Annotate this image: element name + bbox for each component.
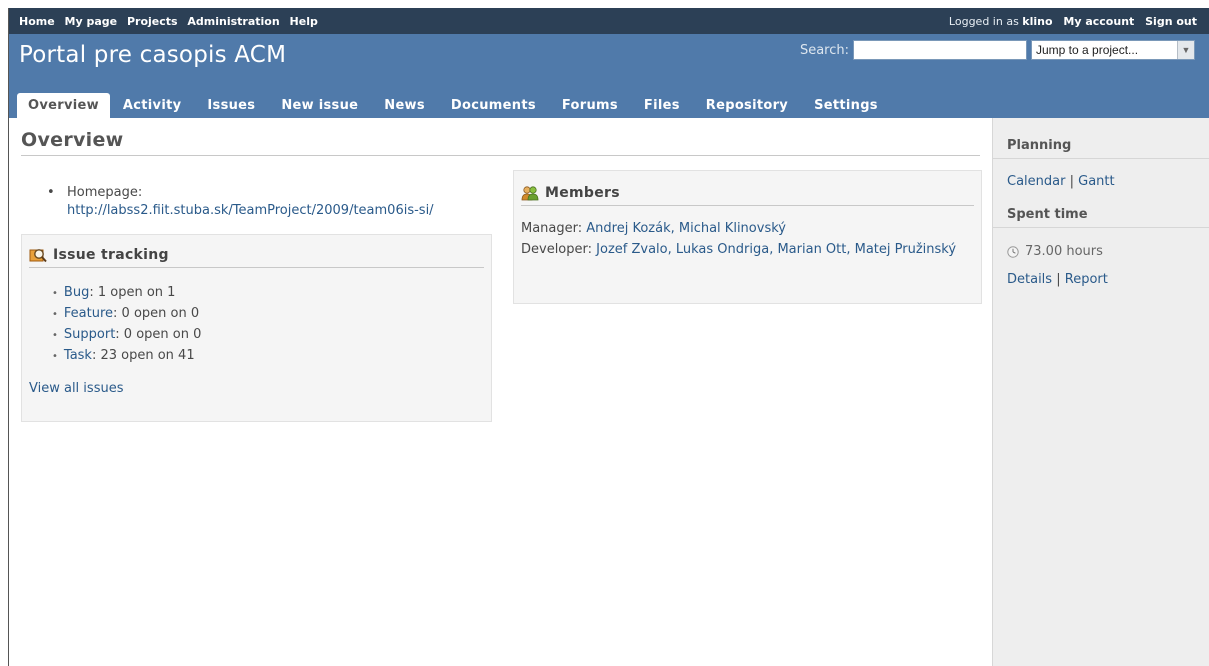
developer-names[interactable]: Jozef Zvalo, Lukas Ondriga, Marian Ott, …	[596, 242, 956, 257]
project-title: Portal pre casopis ACM	[19, 42, 287, 68]
tracker-count: : 0 open on 0	[115, 327, 202, 342]
spent-time-links: Details | Report	[993, 272, 1209, 287]
tracker-count: : 1 open on 1	[89, 285, 176, 300]
manager-label: Manager:	[521, 221, 583, 236]
top-menu-home[interactable]: Home	[19, 15, 55, 28]
top-menu-administration[interactable]: Administration	[187, 15, 279, 28]
issue-tracking-heading: Issue tracking	[29, 247, 484, 268]
issue-tracker-list: Bug: 1 open on 1 Feature: 0 open on 0 Su…	[52, 283, 491, 367]
tab-settings[interactable]: Settings	[801, 93, 891, 118]
main-menu: Overview Activity Issues New issue News …	[17, 93, 891, 118]
planning-heading: Planning	[993, 138, 1209, 159]
spent-time-value: 73.00 hours	[993, 244, 1209, 259]
list-item: Feature: 0 open on 0	[52, 304, 491, 325]
tab-files[interactable]: Files	[631, 93, 693, 118]
homepage-link[interactable]: http://labss2.fiit.stuba.sk/TeamProject/…	[67, 203, 434, 218]
tab-documents[interactable]: Documents	[438, 93, 549, 118]
issue-tracking-box: Issue tracking Bug: 1 open on 1 Feature:…	[21, 234, 492, 422]
tab-issues[interactable]: Issues	[194, 93, 268, 118]
tab-repository[interactable]: Repository	[693, 93, 801, 118]
search-label: Search:	[799, 42, 849, 58]
top-menu-help[interactable]: Help	[290, 15, 318, 28]
developer-label: Developer:	[521, 242, 593, 257]
search-input[interactable]	[853, 40, 1027, 60]
sign-out-link[interactable]: Sign out	[1145, 15, 1197, 28]
tracker-count: : 23 open on 41	[91, 348, 195, 363]
top-menu-my-page[interactable]: My page	[65, 15, 118, 28]
planning-links: Calendar | Gantt	[993, 174, 1209, 189]
tracker-link-task[interactable]: Task	[64, 348, 92, 363]
members-heading: Members	[521, 185, 974, 206]
logged-in-user[interactable]: klino	[1022, 15, 1052, 28]
list-item: Support: 0 open on 0	[52, 325, 491, 346]
manager-names[interactable]: Andrej Kozák, Michal Klinovský	[586, 221, 786, 236]
spent-hours: 73.00 hours	[1025, 244, 1103, 259]
members-title: Members	[545, 185, 620, 201]
tracker-count: : 0 open on 0	[113, 306, 200, 321]
bullet-icon: •	[47, 185, 55, 200]
list-item: Task: 23 open on 41	[52, 346, 491, 367]
clock-icon	[1007, 245, 1019, 258]
my-account-link[interactable]: My account	[1063, 15, 1134, 28]
spent-time-heading: Spent time	[993, 207, 1209, 228]
tab-new-issue[interactable]: New issue	[268, 93, 371, 118]
list-item: Bug: 1 open on 1	[52, 283, 491, 304]
browser-frame: Home My page Projects Administration Hel…	[8, 8, 1209, 666]
project-header: Portal pre casopis ACM Search: Jump to a…	[9, 34, 1209, 118]
members-box: Members Manager: Andrej Kozák, Michal Kl…	[513, 170, 982, 304]
group-icon	[521, 186, 539, 201]
manager-row: Manager: Andrej Kozák, Michal Klinovský	[521, 218, 974, 239]
homepage-text: Homepage: http://labss2.fiit.stuba.sk/Te…	[39, 184, 479, 220]
tab-overview[interactable]: Overview	[17, 93, 110, 118]
tracker-link-support[interactable]: Support	[64, 327, 115, 342]
details-link[interactable]: Details	[1007, 272, 1052, 287]
tab-forums[interactable]: Forums	[549, 93, 631, 118]
members-list: Manager: Andrej Kozák, Michal Klinovský …	[521, 218, 974, 260]
gantt-link[interactable]: Gantt	[1078, 174, 1114, 189]
top-menu-left: Home My page Projects Administration Hel…	[19, 15, 324, 28]
tab-news[interactable]: News	[371, 93, 438, 118]
tracker-link-feature[interactable]: Feature	[64, 306, 113, 321]
main-content: Overview • Homepage: http://labss2.fiit.…	[9, 118, 992, 666]
tab-activity[interactable]: Activity	[110, 93, 194, 118]
separator: |	[1069, 174, 1074, 189]
homepage-item: • Homepage: http://labss2.fiit.stuba.sk/…	[39, 184, 479, 220]
tracker-link-bug[interactable]: Bug	[64, 285, 89, 300]
top-menu-projects[interactable]: Projects	[127, 15, 178, 28]
page-title: Overview	[21, 118, 980, 156]
logged-in-label: Logged in as	[948, 14, 1019, 28]
view-all-issues-link[interactable]: View all issues	[29, 381, 491, 396]
homepage-label: Homepage:	[67, 185, 143, 200]
report-link[interactable]: Report	[1065, 272, 1108, 287]
sidebar: Planning Calendar | Gantt Spent time 73.…	[992, 118, 1209, 666]
separator: |	[1056, 272, 1061, 287]
calendar-link[interactable]: Calendar	[1007, 174, 1065, 189]
top-menu-right: Logged in as klino My account Sign out	[935, 15, 1197, 28]
issue-tracking-title: Issue tracking	[53, 247, 169, 263]
jump-to-project-label: Jump to a project...	[1036, 43, 1139, 57]
search-area: Search: Jump to a project... ▼	[800, 40, 1195, 60]
magnifier-icon	[29, 249, 47, 263]
jump-to-project-select[interactable]: Jump to a project... ▼	[1031, 40, 1195, 60]
developer-row: Developer: Jozef Zvalo, Lukas Ondriga, M…	[521, 239, 974, 260]
top-menu: Home My page Projects Administration Hel…	[9, 8, 1209, 34]
chevron-down-icon[interactable]: ▼	[1177, 41, 1194, 59]
logged-in-status: Logged in as klino	[942, 15, 1053, 28]
